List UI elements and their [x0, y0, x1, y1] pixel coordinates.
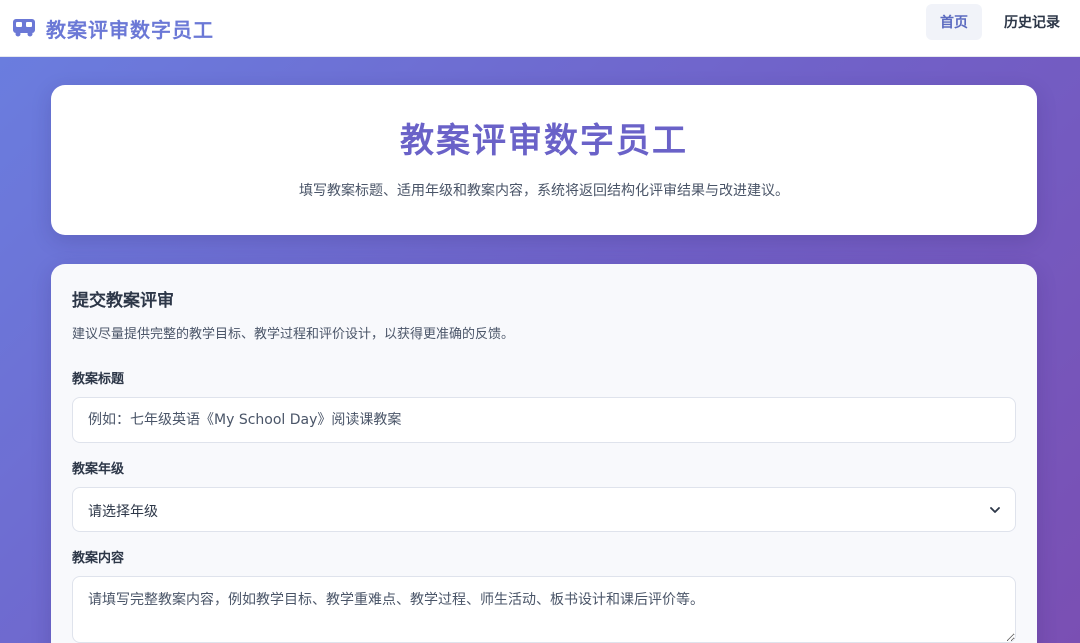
grade-field-label: 教案年级: [72, 462, 125, 477]
top-navbar: 教案评审数字员工 首页 历史记录: [0, 0, 1080, 57]
bus-icon: [13, 19, 35, 37]
nav-menu: 首页 历史记录: [926, 4, 1074, 40]
brand-name: 教案评审数字员工: [46, 17, 214, 42]
chevron-down-icon: [990, 507, 1000, 513]
content-field-label: 教案内容: [72, 551, 125, 566]
page-subtitle: 填写教案标题、适用年级和教案内容，系统将返回结构化评审结果与改进建议。: [299, 183, 789, 199]
brand[interactable]: 教案评审数字员工: [12, 14, 214, 43]
page-title: 教案评审数字员工: [400, 121, 688, 161]
form-description: 建议尽量提供完整的教学目标、教学过程和评价设计，以获得更准确的反馈。: [72, 327, 515, 342]
title-input[interactable]: [72, 397, 1016, 443]
review-form-card: 提交教案评审 建议尽量提供完整的教学目标、教学过程和评价设计，以获得更准确的反馈…: [51, 264, 1037, 643]
nav-home[interactable]: 首页: [926, 4, 982, 40]
nav-history[interactable]: 历史记录: [990, 4, 1074, 40]
grade-select[interactable]: 请选择年级: [72, 487, 1016, 532]
grade-select-value: 请选择年级: [88, 504, 158, 520]
content-textarea[interactable]: [72, 576, 1016, 643]
hero-card: 教案评审数字员工 填写教案标题、适用年级和教案内容，系统将返回结构化评审结果与改…: [51, 85, 1037, 235]
form-title: 提交教案评审: [72, 291, 174, 311]
title-field-label: 教案标题: [72, 372, 125, 387]
